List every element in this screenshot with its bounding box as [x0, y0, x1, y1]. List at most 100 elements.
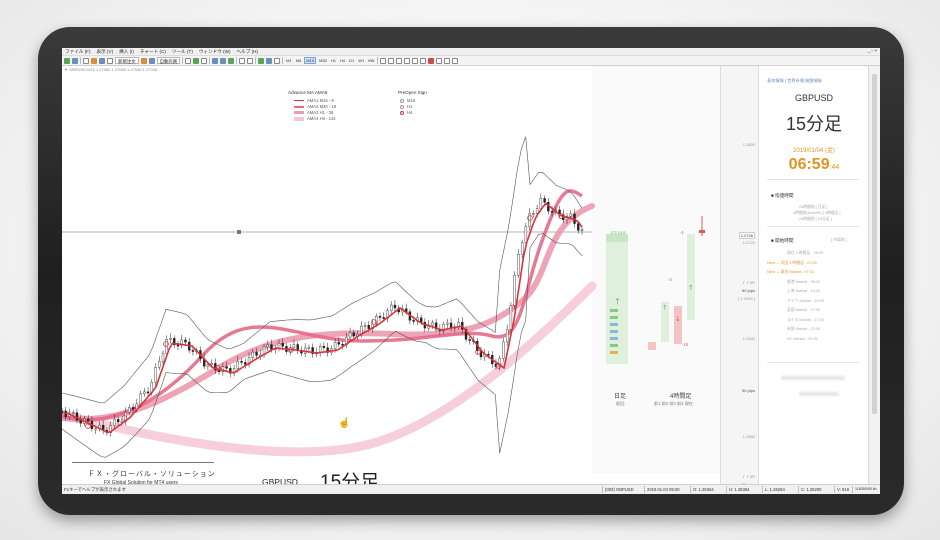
menu-item-tools[interactable]: ツール (T): [172, 49, 193, 55]
candle-body: [158, 361, 161, 368]
range-pips-label: 80 pips: [742, 388, 755, 393]
vertical-line-icon[interactable]: [396, 57, 403, 64]
timeframe-h1[interactable]: H1: [330, 58, 337, 63]
toolbar-separator: [255, 57, 257, 64]
tablet-frame: ファイル (F) 表示 (V) 挿入 (I) チャート (C) ツール (T) …: [38, 27, 904, 515]
price-label: 1.2640: [742, 336, 755, 341]
timeframe-mn[interactable]: MN: [367, 58, 375, 63]
cursor-icon[interactable]: [380, 57, 387, 64]
candle-body: [307, 347, 311, 349]
open-time-row: NY Market - 22:30: [787, 336, 818, 341]
preopen-legend-row: M15: [400, 98, 415, 103]
timeframe-m5[interactable]: M5: [295, 58, 303, 63]
info-links[interactable]: 基本情報 | 世界市場 開盤情報: [767, 78, 822, 84]
market-watch-icon[interactable]: [83, 57, 89, 64]
range-pips-label: 80 pips: [742, 288, 755, 293]
candle-body: [378, 316, 382, 318]
channel-icon[interactable]: [420, 57, 427, 64]
candle-body: [505, 329, 509, 343]
timeframe-m1[interactable]: M1: [285, 58, 293, 63]
scrollbar-thumb[interactable]: [872, 74, 877, 414]
indicators-icon[interactable]: [258, 57, 265, 64]
open-time-row: 米国 Market - 22:30: [787, 327, 821, 331]
signals-icon[interactable]: [148, 57, 155, 64]
info-date: 2019/01/04 (金): [793, 148, 835, 154]
range-price-label: [ 1.2455 ]: [738, 296, 755, 301]
autoscroll-icon[interactable]: [239, 57, 246, 64]
terminal-icon[interactable]: [99, 57, 105, 64]
bar-chart-icon[interactable]: [185, 57, 192, 64]
tile-windows-icon[interactable]: [228, 57, 235, 64]
profiles-icon[interactable]: [72, 57, 78, 64]
crosshair-icon[interactable]: [388, 57, 395, 64]
auto-trade-button[interactable]: 自動売買: [156, 57, 181, 64]
candle-body: [75, 412, 79, 421]
candle-body: [543, 198, 546, 203]
mini-daily-label: 日足: [614, 394, 627, 400]
zoom-in-icon[interactable]: [212, 57, 219, 64]
menu-item-view[interactable]: 表示 (V): [97, 49, 114, 55]
info-divider: [767, 179, 859, 180]
horizontal-line-icon[interactable]: [404, 57, 411, 64]
ama2-swatch: [294, 105, 304, 108]
menu-item-insert[interactable]: 挿入 (I): [119, 49, 134, 55]
status-close: C: 1.26290: [798, 486, 822, 493]
open-time-row: 現在 4 時間足 - 05:00: [787, 251, 824, 255]
timeframe-d1[interactable]: D1: [348, 58, 355, 63]
preopen-legend-label: M15: [407, 98, 416, 103]
candle-body: [296, 344, 299, 351]
price-label: 1.2800: [742, 142, 755, 147]
price-axis[interactable]: 1.2800 1.2726 1.2720 1.2640 1.2560 ｒｒ5R …: [720, 66, 758, 487]
periods-icon[interactable]: [266, 57, 273, 64]
navigator-icon[interactable]: [91, 57, 97, 64]
candle-body: [446, 322, 449, 325]
candle-chart-icon[interactable]: [193, 57, 200, 64]
status-traffic: 118050/55 kb: [852, 486, 877, 493]
blurred-text: [799, 392, 839, 396]
candle-body: [292, 344, 296, 349]
candle-body: [169, 338, 172, 340]
range-label: ｒｒ5R: [741, 280, 755, 285]
toolbar-separator: [209, 57, 211, 64]
candle-body: [244, 362, 247, 365]
range-label: ｒｒ5R: [741, 474, 755, 479]
info-section-open-time: ■ 開始時間: [771, 238, 794, 243]
chart-symbol-bar: ▼ GBPUSD,M15 1.27082 1.27082 1.27046 1.2…: [64, 67, 158, 72]
menu-item-help[interactable]: ヘルプ (H): [237, 49, 258, 55]
status-datetime: 2019.01.04 05:00: [644, 486, 680, 493]
timeframe-w1[interactable]: W1: [357, 58, 365, 63]
arrows-icon[interactable]: [452, 57, 459, 64]
timeframe-m15[interactable]: M15: [304, 57, 317, 64]
line-chart-icon[interactable]: [201, 57, 208, 64]
new-chart-icon[interactable]: [64, 57, 70, 64]
trendline-icon[interactable]: [412, 57, 419, 64]
menu-item-chart[interactable]: チャート (C): [140, 49, 166, 55]
mini-h4-value-b: -15: [682, 342, 689, 347]
vertical-scrollbar[interactable]: [868, 66, 880, 484]
metaeditor-icon[interactable]: [140, 57, 147, 64]
candle-body: [266, 344, 269, 348]
ama-legend-label: AMA4 H4 - 144: [307, 116, 336, 121]
templates-icon[interactable]: [274, 57, 281, 64]
text-icon[interactable]: [436, 57, 443, 64]
tester-icon[interactable]: [107, 57, 113, 64]
menu-item-file[interactable]: ファイル (F): [65, 49, 91, 55]
candle-body: [333, 341, 337, 349]
mini-daily-sub: 前回: [616, 401, 625, 406]
mini-h4-label: 4時間足: [670, 394, 692, 400]
menu-bar: ファイル (F) 表示 (V) 挿入 (I) チャート (C) ツール (T) …: [62, 48, 880, 56]
candle-body: [382, 317, 385, 319]
chart-shift-icon[interactable]: [247, 57, 254, 64]
preopen-legend-row: H4: [400, 110, 412, 115]
candle-body: [131, 407, 135, 410]
label-icon[interactable]: [444, 57, 451, 64]
toolbar-separator: [182, 57, 184, 64]
window-controls[interactable]: _ ▫ ×: [868, 48, 877, 53]
fibonacci-icon[interactable]: [428, 57, 435, 64]
candle-body: [363, 324, 367, 327]
new-order-button[interactable]: 新規注文: [115, 57, 139, 64]
timeframe-h4[interactable]: H4: [339, 58, 346, 63]
timeframe-m30[interactable]: M30: [318, 58, 328, 63]
menu-item-window[interactable]: ウィンドウ (W): [199, 49, 231, 55]
zoom-out-icon[interactable]: [220, 57, 227, 64]
